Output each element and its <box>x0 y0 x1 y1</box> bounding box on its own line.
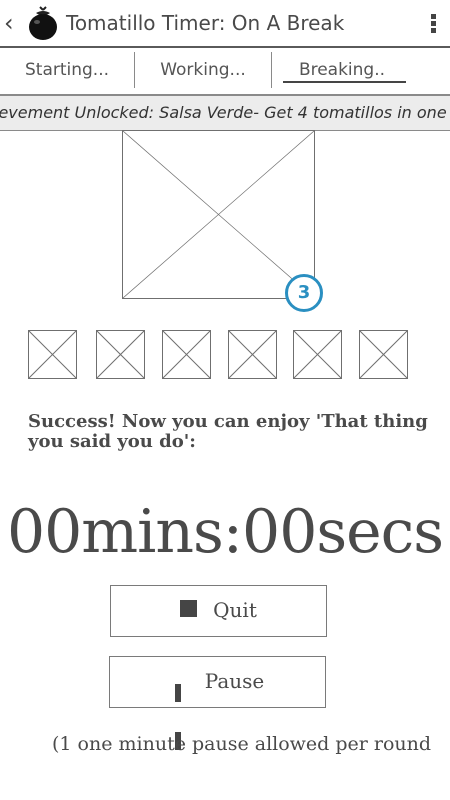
active-tab-indicator <box>283 81 406 83</box>
quit-label: Quit <box>213 598 257 622</box>
chevron-left-icon[interactable]: ‹ <box>4 8 20 38</box>
pause-button[interactable]: Pause <box>109 656 326 750</box>
main-image-placeholder <box>122 130 315 299</box>
pause-icon <box>171 671 189 750</box>
tomato-icon <box>26 6 60 42</box>
tomatillo-slot <box>359 330 408 379</box>
timer-display: 00mins:00secs <box>6 497 444 567</box>
tomatillo-slot <box>96 330 145 379</box>
tomatillo-slot <box>228 330 277 379</box>
stop-icon <box>180 600 198 617</box>
pause-label: Pause <box>204 669 265 693</box>
tab-breaking[interactable]: Breaking.. <box>272 48 412 94</box>
tab-starting[interactable]: Starting... <box>0 48 134 94</box>
tomatillo-count-badge: 3 <box>285 274 323 312</box>
achievement-banner: ievement Unlocked: Salsa Verde- Get 4 to… <box>0 95 450 131</box>
tab-bar: Starting... Working... Breaking.. <box>0 48 450 95</box>
pause-note: (1 one minute pause allowed per round <box>52 733 432 755</box>
success-message: Success! Now you can enjoy 'That thing y… <box>28 411 428 452</box>
tomatillo-slot <box>293 330 342 379</box>
achievement-text: ievement Unlocked: Salsa Verde- Get 4 to… <box>0 103 447 122</box>
tomatillo-slot <box>28 330 77 379</box>
tomatillo-slot <box>162 330 211 379</box>
page-title: Tomatillo Timer: On A Break <box>66 11 345 35</box>
tab-working[interactable]: Working... <box>135 48 271 94</box>
quit-button[interactable]: Quit <box>110 585 327 637</box>
vertical-dots-icon[interactable] <box>428 14 438 36</box>
app-header: ‹ Tomatillo Timer: On A Break <box>0 0 450 48</box>
